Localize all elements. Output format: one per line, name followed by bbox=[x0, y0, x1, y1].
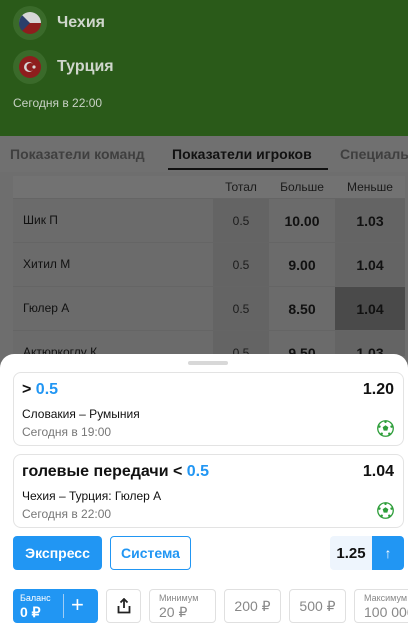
market-tabs: Показатели команд Показатели игроков Спе… bbox=[0, 136, 408, 172]
bet-time: Сегодня в 19:00 bbox=[22, 425, 112, 439]
system-button[interactable]: Система bbox=[110, 536, 191, 570]
stake-preset-200[interactable]: 200 ₽ bbox=[224, 589, 281, 623]
bet-market-name: > bbox=[22, 381, 32, 398]
tab-player-stats[interactable]: Показатели игроков bbox=[172, 146, 312, 162]
bet-match: Чехия – Турция: Гюлер А bbox=[22, 489, 162, 503]
odds-less-selected[interactable]: 1.04 bbox=[335, 287, 405, 330]
total-value: 0.5 bbox=[213, 287, 269, 330]
stake-maximum-button[interactable]: Максимум 100 000 ₽ bbox=[354, 589, 408, 623]
player-stats-table: Тотал Больше Меньше Шик П 0.5 10.00 1.03… bbox=[13, 176, 405, 356]
total-value: 0.5 bbox=[213, 243, 269, 286]
min-value: 20 ₽ bbox=[159, 604, 188, 620]
football-icon bbox=[377, 420, 394, 437]
table-header: Тотал Больше Меньше bbox=[13, 176, 405, 198]
odds-more[interactable]: 10.00 bbox=[269, 199, 335, 242]
odds-less[interactable]: 1.03 bbox=[335, 331, 405, 356]
stake-preset-500[interactable]: 500 ₽ bbox=[289, 589, 346, 623]
total-odds: 1.25 bbox=[330, 536, 372, 570]
stake-minimum-input[interactable]: Минимум 20 ₽ bbox=[149, 589, 216, 623]
max-label: Максимум bbox=[364, 593, 408, 603]
active-tab-indicator bbox=[168, 168, 328, 170]
max-value: 100 000 ₽ bbox=[364, 604, 408, 620]
player-name: Хитил М bbox=[23, 257, 71, 271]
tab-team-stats[interactable]: Показатели команд bbox=[10, 146, 145, 162]
balance-value: 0 ₽ bbox=[20, 604, 41, 620]
odds-more[interactable]: 9.50 bbox=[269, 331, 335, 357]
bet-card[interactable]: голевые передачи < 0.5 1.04 Чехия – Турц… bbox=[13, 454, 404, 528]
flag-turkey-icon bbox=[13, 50, 47, 84]
odds-less[interactable]: 1.04 bbox=[335, 243, 405, 286]
football-icon bbox=[377, 502, 394, 519]
team-1: Чехия bbox=[13, 6, 105, 40]
odds-more[interactable]: 9.00 bbox=[269, 243, 335, 286]
bet-card[interactable]: > 0.5 1.20 Словакия – Румыния Сегодня в … bbox=[13, 372, 404, 446]
header-more: Больше bbox=[280, 180, 324, 194]
team-1-name: Чехия bbox=[57, 14, 105, 31]
table-row: Гюлер А 0.5 8.50 1.04 bbox=[13, 286, 405, 330]
player-name: Гюлер А bbox=[23, 301, 70, 315]
balance-label: Баланс bbox=[20, 593, 51, 603]
odds-less[interactable]: 1.03 bbox=[335, 199, 405, 242]
flag-czechia-icon bbox=[13, 6, 47, 40]
express-button[interactable]: Экспресс bbox=[13, 536, 102, 570]
bet-market-value: 0.5 bbox=[35, 381, 59, 398]
table-row: Актюркоглу К 0.5 9.50 1.03 bbox=[13, 330, 405, 356]
sheet-grabber[interactable] bbox=[188, 361, 228, 365]
match-header: Чехия Турция Сегодня в 22:00 bbox=[0, 0, 408, 136]
share-icon bbox=[117, 598, 130, 614]
table-row: Шик П 0.5 10.00 1.03 bbox=[13, 198, 405, 242]
bet-market-value: 0.5 bbox=[186, 463, 210, 480]
bet-odds: 1.20 bbox=[362, 381, 394, 398]
balance-button[interactable]: Баланс 0 ₽ + bbox=[13, 589, 98, 623]
share-button[interactable] bbox=[106, 589, 141, 623]
match-time: Сегодня в 22:00 bbox=[13, 96, 103, 110]
bet-market: > 0.5 bbox=[22, 381, 58, 399]
tab-special[interactable]: Специальные bbox=[340, 146, 408, 162]
total-value: 0.5 bbox=[213, 199, 269, 242]
bet-market-name: голевые передачи < bbox=[22, 463, 183, 480]
total-value: 0.5 bbox=[213, 331, 269, 356]
arrow-up-icon[interactable]: ↑ bbox=[372, 536, 404, 570]
team-2: Турция bbox=[13, 50, 114, 84]
plus-icon[interactable]: + bbox=[71, 593, 84, 617]
bet-odds: 1.04 bbox=[362, 463, 394, 480]
table-row: Хитил М 0.5 9.00 1.04 bbox=[13, 242, 405, 286]
bet-time: Сегодня в 22:00 bbox=[22, 507, 112, 521]
player-name: Шик П bbox=[23, 213, 58, 227]
min-label: Минимум bbox=[159, 593, 199, 603]
header-total: Тотал bbox=[225, 180, 257, 194]
bet-match: Словакия – Румыния bbox=[22, 407, 140, 421]
bet-market: голевые передачи < 0.5 bbox=[22, 463, 209, 481]
preset-value: 500 ₽ bbox=[299, 597, 336, 614]
header-less: Меньше bbox=[347, 180, 393, 194]
balance-divider bbox=[63, 594, 64, 618]
team-2-name: Турция bbox=[57, 58, 114, 75]
preset-value: 200 ₽ bbox=[234, 597, 271, 614]
odds-more[interactable]: 8.50 bbox=[269, 287, 335, 330]
